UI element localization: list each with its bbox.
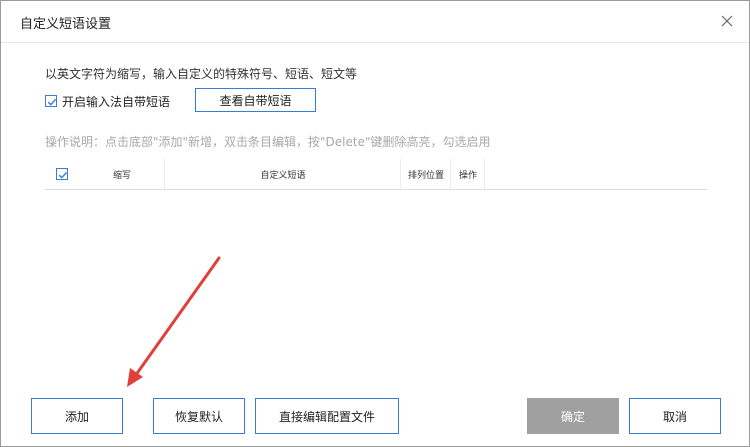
column-header-operation[interactable]: 操作 — [451, 159, 485, 189]
column-header-position[interactable]: 排列位置 — [401, 159, 451, 189]
title-bar: 自定义短语设置 — [1, 1, 749, 43]
add-button[interactable]: 添加 — [31, 398, 123, 434]
checkmark-icon — [58, 171, 68, 179]
view-builtin-phrases-button[interactable]: 查看自带短语 — [195, 88, 316, 112]
intro-text: 以英文字符为缩写，输入自定义的特殊符号、短语、短文等 — [45, 67, 358, 81]
select-all-checkbox[interactable] — [56, 168, 68, 180]
builtin-phrase-toggle[interactable]: 开启输入法自带短语 — [45, 92, 170, 110]
ok-button[interactable]: 确定 — [527, 398, 619, 434]
edit-config-file-button[interactable]: 直接编辑配置文件 — [255, 398, 399, 434]
phrase-table-header: 缩写 自定义短语 排列位置 操作 — [45, 159, 707, 190]
column-header-phrase[interactable]: 自定义短语 — [165, 159, 401, 189]
restore-default-button[interactable]: 恢复默认 — [153, 398, 245, 434]
close-icon[interactable] — [718, 12, 736, 30]
cancel-button[interactable]: 取消 — [629, 398, 721, 434]
builtin-phrase-checkbox[interactable] — [45, 95, 57, 107]
select-all-cell — [45, 159, 79, 189]
column-header-abbreviation[interactable]: 缩写 — [79, 159, 165, 189]
custom-phrase-dialog: 自定义短语设置 以英文字符为缩写，输入自定义的特殊符号、短语、短文等 开启输入法… — [0, 0, 750, 447]
checkmark-icon — [47, 98, 57, 106]
builtin-phrase-label: 开启输入法自带短语 — [62, 94, 171, 109]
operation-hint: 操作说明：点击底部"添加"新增，双击条目编辑，按"Delete"键删除高亮，勾选… — [45, 135, 491, 149]
dialog-title: 自定义短语设置 — [20, 17, 112, 32]
